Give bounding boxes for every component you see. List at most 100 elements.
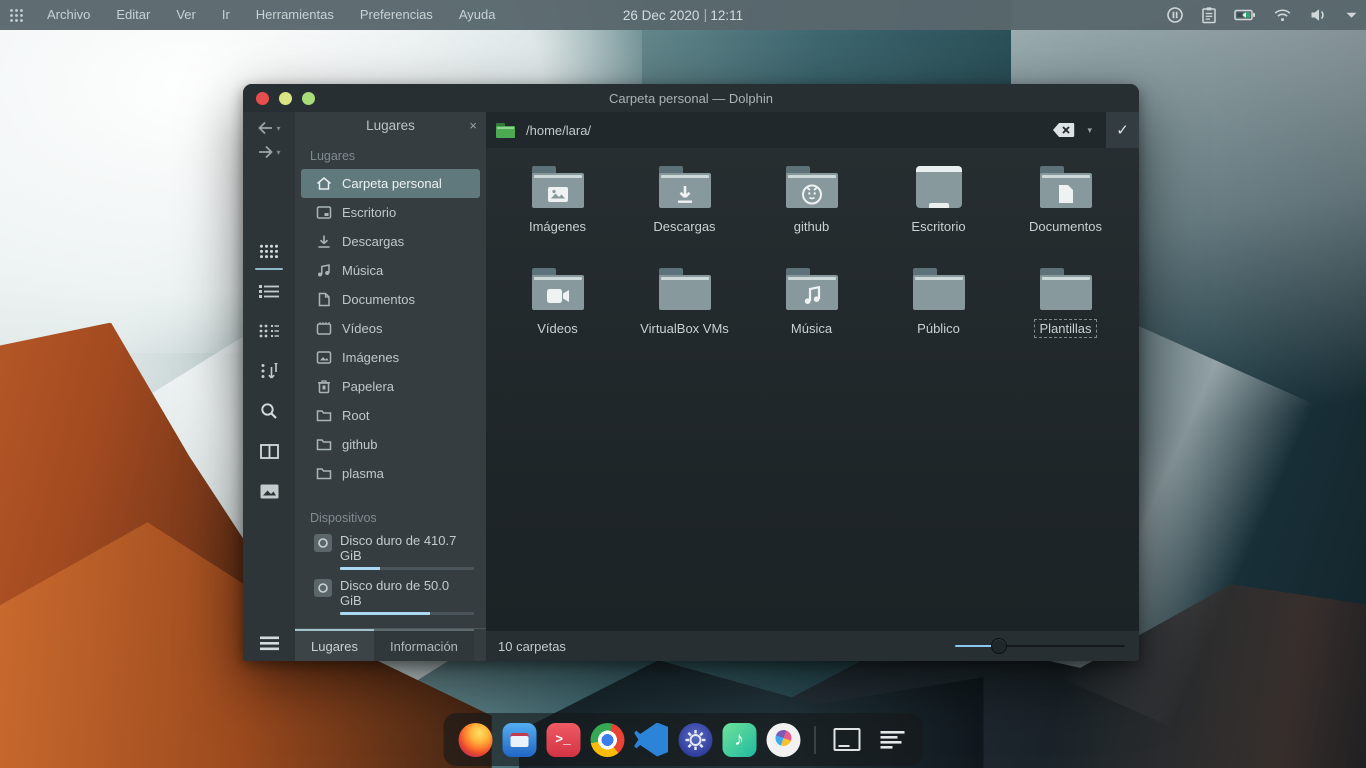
folder-item-plantillas[interactable]: Plantillas [1002,264,1129,366]
notes-icon[interactable] [873,721,910,758]
status-bar: 10 carpetas [486,631,1139,661]
sidebar-item-root[interactable]: Root [301,401,480,430]
split-view-icon[interactable] [257,441,281,461]
menu-icon[interactable] [243,636,295,651]
sidebar-item-papelera[interactable]: Papelera [301,372,480,401]
maximize-button[interactable] [302,92,315,105]
show-desktop-icon[interactable] [829,721,866,758]
sidebar-item-imagenes[interactable]: Imágenes [301,343,480,372]
devices-section-label: Dispositivos [295,501,486,531]
dock-separator [815,726,816,754]
menu-herramientas[interactable]: Herramientas [243,0,347,30]
clock[interactable]: 26 Dec 2020 12:11 [623,8,743,23]
back-history-chevron[interactable]: ▾ [276,124,280,133]
sidebar-item-videos[interactable]: Vídeos [301,314,480,343]
menu-archivo[interactable]: Archivo [34,0,103,30]
folder-item-github[interactable]: github [748,162,875,264]
menu-ir[interactable]: Ir [209,0,243,30]
dolphin-window: Carpeta personal — Dolphin ▾ ▾ [243,84,1139,661]
image-emblem-icon [532,180,584,208]
folder-item-publico[interactable]: Público [875,264,1002,366]
icons-view-icon[interactable] [257,241,281,261]
system-tray [1166,6,1358,24]
folder-item-escritorio[interactable]: Escritorio [875,162,1002,264]
video-icon [316,321,332,336]
firefox-icon[interactable] [457,721,494,758]
minimize-button[interactable] [279,92,292,105]
wifi-icon[interactable] [1273,6,1292,24]
folder-item-virtualbox-vms[interactable]: VirtualBox VMs [621,264,748,366]
places-panel-close-icon[interactable]: × [469,119,477,132]
zoom-slider[interactable] [955,638,1125,654]
tab-informacion[interactable]: Información [374,629,474,661]
location-folder-icon [496,123,515,138]
hard-drive-icon [314,534,332,552]
compact-view-icon[interactable] [257,321,281,341]
backspace-clear-icon[interactable] [1052,122,1075,138]
clipboard-icon[interactable] [1201,6,1217,24]
home-icon [316,176,332,191]
menu-editar[interactable]: Editar [103,0,163,30]
disk-usage-bar [340,567,474,570]
pause-icon[interactable] [1166,6,1184,24]
forward-history-chevron[interactable]: ▾ [276,148,280,157]
search-icon[interactable] [257,401,281,421]
music-app-icon[interactable]: ♪ [721,721,758,758]
app-grid-icon[interactable] [9,8,24,23]
device-item-disk2[interactable]: Disco duro de 50.0 GiB [301,578,480,615]
vscode-icon[interactable] [633,721,670,758]
back-button[interactable]: ▾ [257,121,280,135]
paint-app-icon[interactable] [765,721,802,758]
folder-item-musica[interactable]: Música [748,264,875,366]
location-bar[interactable]: /home/lara/ ▾ ✓ [486,112,1139,148]
toolbar-strip: ▾ ▾ [243,112,295,661]
sidebar-item-carpeta-personal[interactable]: Carpeta personal [301,169,480,198]
dock: >_ ♪ [444,713,923,766]
chrome-icon[interactable] [589,721,626,758]
preview-icon[interactable] [257,481,281,501]
zoom-slider-handle[interactable] [991,638,1007,654]
menu-preferencias[interactable]: Preferencias [347,0,446,30]
folder-item-descargas[interactable]: Descargas [621,162,748,264]
sidebar-item-github[interactable]: github [301,430,480,459]
status-text: 10 carpetas [498,639,566,654]
terminal-icon[interactable]: >_ [545,721,582,758]
sidebar-item-descargas[interactable]: Descargas [301,227,480,256]
sidebar-item-musica[interactable]: Música [301,256,480,285]
files-app-icon[interactable] [501,721,538,758]
close-button[interactable] [256,92,269,105]
folder-item-documentos[interactable]: Documentos [1002,162,1129,264]
location-apply-button[interactable]: ✓ [1106,112,1139,148]
window-controls [256,84,315,112]
sidebar-item-documentos[interactable]: Documentos [301,285,480,314]
folder-icon [316,408,332,423]
image-icon [316,350,332,365]
location-dropdown-icon[interactable]: ▾ [1087,125,1092,136]
sort-icon[interactable] [257,361,281,381]
sidebar-item-plasma[interactable]: plasma [301,459,480,488]
places-panel-title: Lugares [295,118,486,133]
chevron-down-icon[interactable] [1345,6,1358,24]
titlebar[interactable]: Carpeta personal — Dolphin [243,84,1139,112]
trash-icon [316,379,332,394]
clock-time: 12:11 [710,8,743,23]
icon-view[interactable]: Imágenes Descargas github [486,148,1139,631]
menu-ver[interactable]: Ver [163,0,209,30]
battery-charging-icon[interactable] [1234,6,1256,24]
folder-item-imagenes[interactable]: Imágenes [494,162,621,264]
device-item-disk1[interactable]: Disco duro de 410.7 GiB [301,533,480,570]
list-view-icon[interactable] [257,281,281,301]
download-emblem-icon [659,180,711,208]
folder-item-videos[interactable]: Vídeos [494,264,621,366]
forward-button[interactable]: ▾ [257,145,280,159]
system-settings-icon[interactable] [677,721,714,758]
desktop-icon [316,205,332,220]
tab-lugares[interactable]: Lugares [295,629,374,661]
location-path[interactable]: /home/lara/ [526,123,591,138]
sidebar-item-escritorio[interactable]: Escritorio [301,198,480,227]
menu-ayuda[interactable]: Ayuda [446,0,509,30]
document-emblem-icon [1040,180,1092,208]
folder-view-area: /home/lara/ ▾ ✓ Imágenes [486,112,1139,661]
download-icon [316,234,332,249]
volume-icon[interactable] [1309,6,1328,24]
